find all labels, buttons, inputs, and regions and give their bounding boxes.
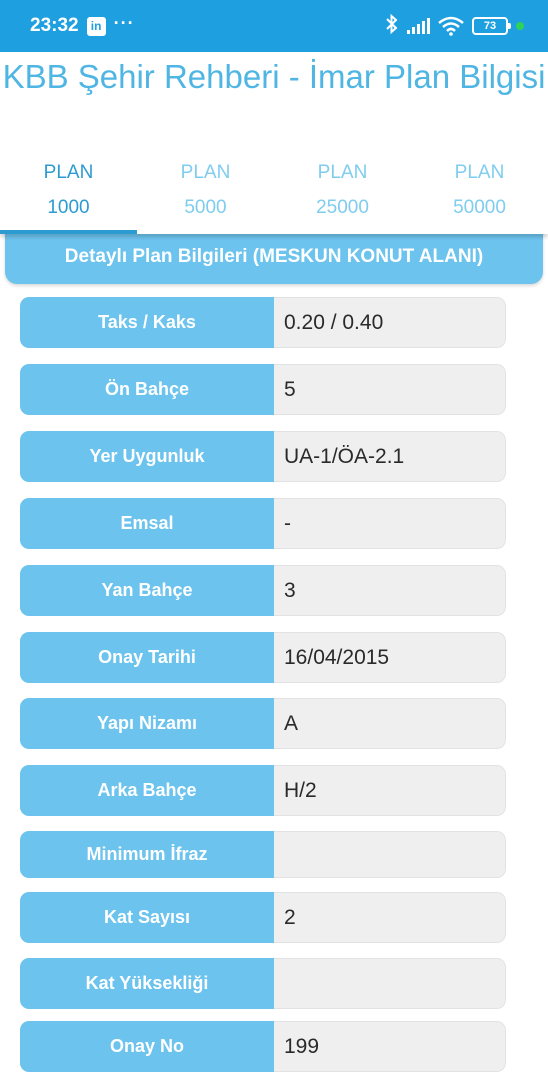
detail-value: UA-1/ÖA-2.1 xyxy=(274,431,506,482)
detail-label: Onay Tarihi xyxy=(20,632,274,683)
plan-scale-tabs: PLAN 1000 PLAN 5000 PLAN 25000 PLAN 5000… xyxy=(0,146,548,234)
detail-label: Minimum İfraz xyxy=(20,831,274,878)
detail-label: Kat Sayısı xyxy=(20,892,274,943)
detail-row-onay-no: Onay No 199 xyxy=(20,1021,506,1072)
detail-value xyxy=(274,958,506,1009)
detail-row-emsal: Emsal - xyxy=(20,498,506,549)
bluetooth-icon xyxy=(385,13,399,39)
tab-plan-5000[interactable]: PLAN 5000 xyxy=(137,146,274,234)
detail-row-minimum-ifraz: Minimum İfraz xyxy=(20,831,506,878)
tab-plan-25000[interactable]: PLAN 25000 xyxy=(274,146,411,234)
section-header: Detaylı Plan Bilgileri (MESKUN KONUT ALA… xyxy=(5,226,543,284)
page-title: KBB Şehir Rehberi - İmar Plan Bilgisi xyxy=(2,58,546,95)
signal-icon xyxy=(407,18,430,34)
tab-label: PLAN xyxy=(454,162,505,183)
linkedin-icon: in xyxy=(86,16,106,36)
detail-value: 3 xyxy=(274,565,506,616)
detail-label: Kat Yüksekliği xyxy=(20,958,274,1009)
detail-value: 5 xyxy=(274,364,506,415)
status-bar: 23:32 in ··· 73 xyxy=(0,0,548,52)
detail-row-taks-kaks: Taks / Kaks 0.20 / 0.40 xyxy=(20,297,506,348)
detail-row-arka-bahce: Arka Bahçe H/2 xyxy=(20,765,506,816)
tab-scale: 5000 xyxy=(184,197,227,218)
detail-row-yapi-nizami: Yapı Nizamı A xyxy=(20,698,506,749)
detail-label: Emsal xyxy=(20,498,274,549)
battery-icon: 73 xyxy=(472,17,511,35)
detail-label: Yan Bahçe xyxy=(20,565,274,616)
privacy-indicator-dot xyxy=(516,22,524,30)
detail-value xyxy=(274,831,506,878)
detail-row-yer-uygunluk: Yer Uygunluk UA-1/ÖA-2.1 xyxy=(20,431,506,482)
tab-scale: 50000 xyxy=(453,197,506,218)
tab-label: PLAN xyxy=(180,162,231,183)
tab-label: PLAN xyxy=(317,162,368,183)
more-notifications-icon: ··· xyxy=(113,12,135,33)
wifi-icon xyxy=(438,16,464,36)
detail-label: Arka Bahçe xyxy=(20,765,274,816)
detail-row-on-bahce: Ön Bahçe 5 xyxy=(20,364,506,415)
detail-row-onay-tarihi: Onay Tarihi 16/04/2015 xyxy=(20,632,506,683)
detail-row-kat-sayisi: Kat Sayısı 2 xyxy=(20,892,506,943)
tab-plan-1000[interactable]: PLAN 1000 xyxy=(0,146,137,234)
detail-value: A xyxy=(274,698,506,749)
detail-value: 199 xyxy=(274,1021,506,1072)
detail-label: Yer Uygunluk xyxy=(20,431,274,482)
detail-row-kat-yuksekligi: Kat Yüksekliği xyxy=(20,958,506,1009)
detail-value: 2 xyxy=(274,892,506,943)
detail-value: H/2 xyxy=(274,765,506,816)
detail-label: Yapı Nizamı xyxy=(20,698,274,749)
detail-label: Onay No xyxy=(20,1021,274,1072)
detail-value: 16/04/2015 xyxy=(274,632,506,683)
detail-value: - xyxy=(274,498,506,549)
tab-scale: 25000 xyxy=(316,197,369,218)
tab-plan-50000[interactable]: PLAN 50000 xyxy=(411,146,548,234)
detail-row-yan-bahce: Yan Bahçe 3 xyxy=(20,565,506,616)
detail-label: Ön Bahçe xyxy=(20,364,274,415)
detail-value: 0.20 / 0.40 xyxy=(274,297,506,348)
tab-label: PLAN xyxy=(43,162,94,183)
detail-label: Taks / Kaks xyxy=(20,297,274,348)
tab-scale: 1000 xyxy=(47,197,90,218)
status-time: 23:32 xyxy=(30,15,79,36)
